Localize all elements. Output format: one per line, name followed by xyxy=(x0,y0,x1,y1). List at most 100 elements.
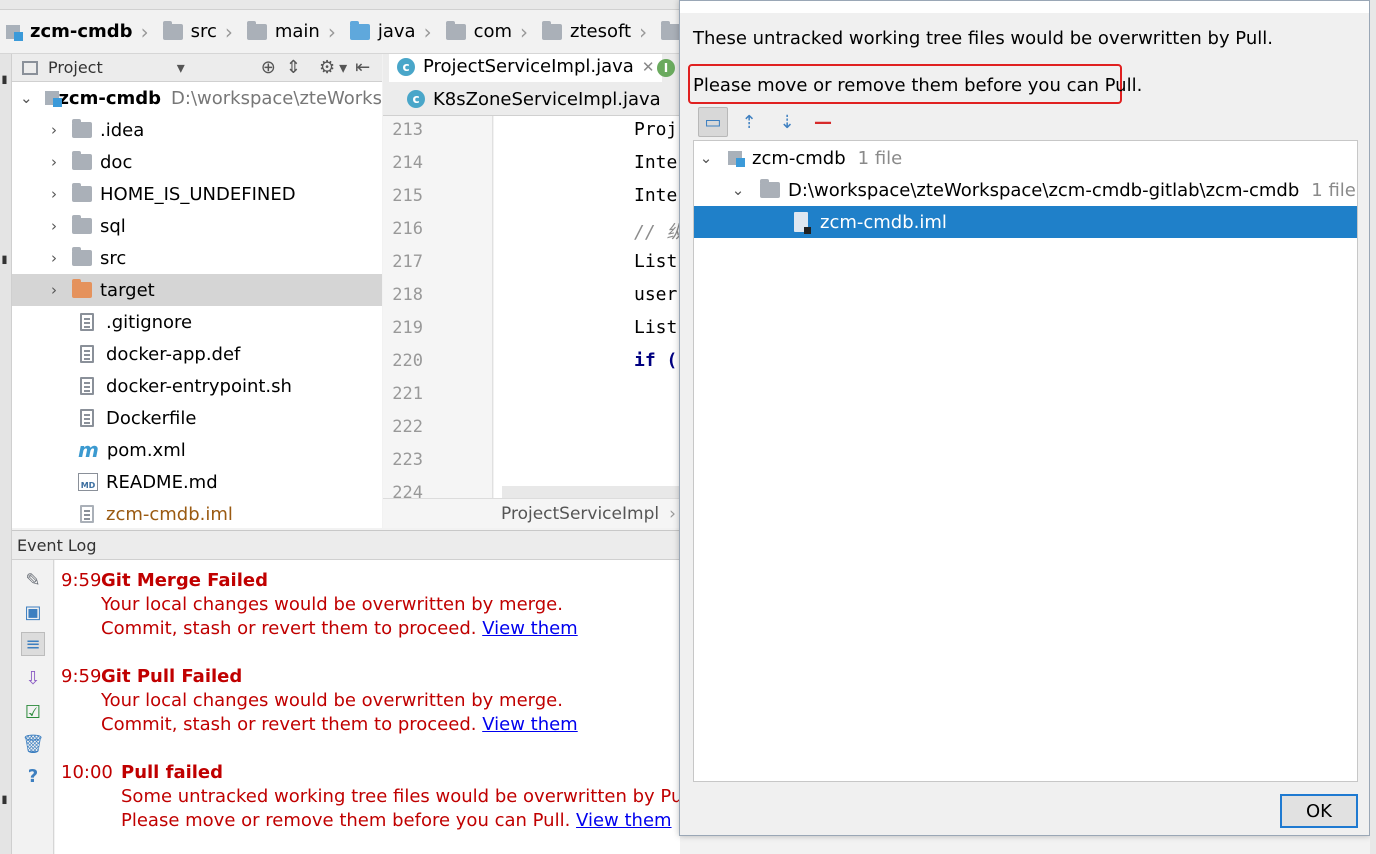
balloon-icon[interactable]: ▣ xyxy=(21,600,45,624)
tree-item-gitignore[interactable]: .gitignore xyxy=(12,306,382,338)
excluded-folder-icon xyxy=(72,279,92,298)
code-line: Inte xyxy=(634,185,678,206)
line-number: 223 xyxy=(392,450,423,470)
tree-item-label: docker-app.def xyxy=(106,343,241,365)
dialog-toolbar: ▭ ⇡ ⇣ — xyxy=(694,105,854,137)
package-icon xyxy=(445,20,466,40)
help-icon[interactable]: ? xyxy=(21,764,45,788)
breadcrumb-item-src[interactable]: src › xyxy=(157,10,241,53)
line-number: 214 xyxy=(392,153,423,173)
structure-stripe-button[interactable]: ▮ xyxy=(0,254,11,267)
chevron-right-icon[interactable]: › xyxy=(46,153,62,171)
horizontal-scrollbar[interactable] xyxy=(502,486,680,498)
left-tool-window-stripe: ▮ ▮ ▮ xyxy=(0,54,12,854)
project-panel-title[interactable]: Project xyxy=(48,58,103,77)
chevron-right-icon: › xyxy=(140,19,149,44)
breadcrumb-item-com[interactable]: com › xyxy=(440,10,536,53)
breadcrumb-item-module[interactable]: zcm-cmdb › xyxy=(0,10,157,53)
chevron-down-icon[interactable]: ⌄ xyxy=(698,149,714,167)
settings-wrench-icon[interactable]: ✎ xyxy=(21,568,45,592)
gear-icon[interactable]: ⚙ xyxy=(319,57,335,78)
node-label: zcm-cmdb xyxy=(752,147,846,169)
tree-item-idea[interactable]: › .idea xyxy=(12,114,382,146)
project-tree: ⌄ zcm-cmdb D:\workspace\zteWorks › .idea… xyxy=(12,82,382,528)
folder-icon xyxy=(72,119,92,138)
tree-item-home-is-undefined[interactable]: › HOME_IS_UNDEFINED xyxy=(12,178,382,210)
view-them-link[interactable]: View them xyxy=(482,618,578,639)
chevron-right-icon[interactable]: › xyxy=(46,249,62,267)
tree-item-sql[interactable]: › sql xyxy=(12,210,382,242)
tree-item-docker-app-def[interactable]: docker-app.def xyxy=(12,338,382,370)
tab-project-service-impl[interactable]: c ProjectServiceImpl.java ✕ xyxy=(389,54,663,82)
ok-button[interactable]: OK xyxy=(1280,794,1358,828)
file-icon xyxy=(80,345,94,363)
chevron-right-icon[interactable]: › xyxy=(46,185,62,203)
collapse-all-icon[interactable]: ⇕ xyxy=(286,57,301,78)
chevron-right-icon[interactable]: › xyxy=(46,281,62,299)
tree-item-readme[interactable]: MD README.md xyxy=(12,466,382,498)
folder-icon xyxy=(72,151,92,170)
favorites-stripe-button[interactable]: ▮ xyxy=(0,794,11,807)
tree-item-docker-entrypoint[interactable]: docker-entrypoint.sh xyxy=(12,370,382,402)
breadcrumb-item-java[interactable]: java › xyxy=(344,10,440,53)
chevron-right-icon[interactable]: › xyxy=(46,217,62,235)
code-line: List xyxy=(634,317,678,338)
iml-file-icon xyxy=(794,212,811,234)
tree-item-target[interactable]: › target xyxy=(12,274,382,306)
dropdown-arrow-icon[interactable]: ▾ xyxy=(177,58,185,77)
breadcrumb-item-main[interactable]: main › xyxy=(241,10,344,53)
project-stripe-button[interactable]: ▮ xyxy=(0,74,11,87)
event-message-line: Commit, stash or revert them to proceed.… xyxy=(101,714,578,735)
scroll-to-end-icon[interactable]: ⇩ xyxy=(21,666,45,690)
tree-item-label: target xyxy=(100,279,155,301)
code-comment: // 纵 xyxy=(634,222,685,243)
view-them-link[interactable]: View them xyxy=(482,714,578,735)
hide-panel-icon[interactable]: ⇤ xyxy=(355,57,370,78)
dialog-titlebar[interactable] xyxy=(680,1,1369,13)
file-count: 1 file xyxy=(857,147,903,169)
chevron-right-icon: › xyxy=(423,19,432,44)
chevron-right-icon[interactable]: › xyxy=(46,121,62,139)
mark-all-read-icon[interactable]: ☑ xyxy=(21,700,45,724)
view-them-link[interactable]: View them xyxy=(576,810,672,831)
file-icon xyxy=(80,377,94,395)
tree-item-pom-xml[interactable]: m pom.xml xyxy=(12,434,382,466)
event-message: Commit, stash or revert them to proceed. xyxy=(101,714,477,735)
group-by-directory-icon[interactable]: ▭ xyxy=(698,107,728,137)
tree-node-root[interactable]: ⌄ zcm-cmdb 1 file xyxy=(694,142,1357,174)
event-log-header: Event Log xyxy=(12,530,680,560)
tree-item-label: .gitignore xyxy=(106,311,193,333)
locate-icon[interactable]: ⊕ xyxy=(261,57,276,78)
tree-item-label: docker-entrypoint.sh xyxy=(106,375,292,397)
tree-item-src[interactable]: › src xyxy=(12,242,382,274)
breadcrumb-item-ztesoft[interactable]: ztesoft › xyxy=(536,10,655,53)
iml-file-icon xyxy=(80,505,94,523)
editor-breadcrumb-label[interactable]: ProjectServiceImpl xyxy=(501,504,659,524)
chevron-down-icon[interactable]: ▾ xyxy=(339,58,347,77)
file-icon xyxy=(80,313,94,331)
project-panel-header: Project ▾ ⊕ ⇕ ⚙ ▾ ⇤ xyxy=(12,54,382,82)
expand-all-icon[interactable]: ⇡ xyxy=(734,107,764,137)
tree-item-iml[interactable]: zcm-cmdb.iml xyxy=(12,498,382,528)
chevron-down-icon[interactable]: ⌄ xyxy=(20,89,33,107)
tree-item-doc[interactable]: › doc xyxy=(12,146,382,178)
tree-root[interactable]: ⌄ zcm-cmdb D:\workspace\zteWorks xyxy=(12,82,382,114)
tree-item-dockerfile[interactable]: Dockerfile xyxy=(12,402,382,434)
tree-item-label: HOME_IS_UNDEFINED xyxy=(100,183,296,205)
trash-icon[interactable]: 🗑 xyxy=(21,732,45,756)
soft-wrap-icon[interactable]: ≡ xyxy=(21,632,45,656)
event-time: 10:00 xyxy=(61,762,113,783)
tab-k8s-zone-service-impl[interactable]: c K8sZoneServiceImpl.java xyxy=(399,85,669,113)
code-line: user xyxy=(634,284,678,305)
remove-icon[interactable]: — xyxy=(808,107,838,137)
collapse-all-icon[interactable]: ⇣ xyxy=(772,107,802,137)
tree-node-file[interactable]: zcm-cmdb.iml xyxy=(694,206,1357,238)
code-line: Inte xyxy=(634,152,678,173)
code-editor[interactable]: Proj Inte Inte // 纵 List user List if ( xyxy=(494,116,685,498)
right-window-edge xyxy=(1370,0,1376,854)
tree-node-folder[interactable]: ⌄ D:\workspace\zteWorkspace\zcm-cmdb-git… xyxy=(694,174,1357,206)
chevron-down-icon[interactable]: ⌄ xyxy=(730,181,746,199)
editor-breadcrumb: ProjectServiceImpl › xyxy=(383,498,680,528)
line-number: 220 xyxy=(392,351,423,371)
folder-icon xyxy=(760,179,780,198)
